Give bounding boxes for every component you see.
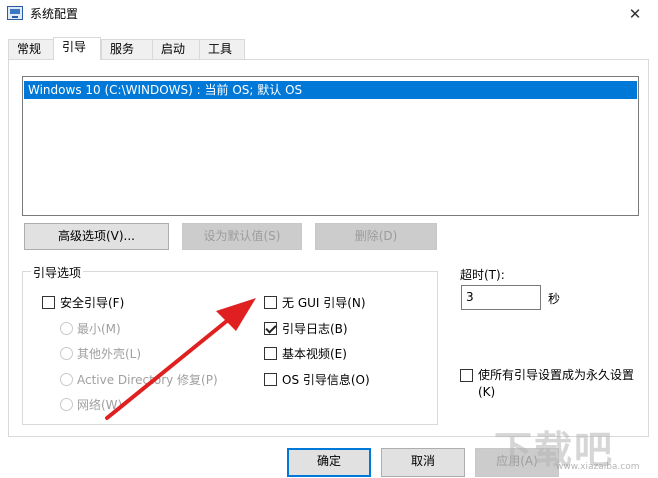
tab-services[interactable]: 服务	[101, 39, 153, 59]
radio-circle[interactable]	[60, 347, 73, 360]
radio-ad-repair-label: Active Directory 修复(P)	[77, 373, 218, 387]
permanent-settings-checkbox[interactable]: 使所有引导设置成为永久设置 (K)	[460, 367, 650, 401]
os-list-item[interactable]: Windows 10 (C:\WINDOWS) : 当前 OS; 默认 OS	[24, 81, 637, 99]
safe-boot-label: 安全引导(F)	[60, 296, 125, 310]
boot-options-title: 引导选项	[31, 264, 84, 281]
window-title: 系统配置	[30, 7, 79, 21]
radio-circle[interactable]	[60, 398, 73, 411]
radio-circle[interactable]	[60, 322, 73, 335]
radio-network[interactable]: 网络(W)	[60, 396, 122, 413]
title-bar: 系统配置 ✕	[0, 0, 658, 28]
msconfig-icon	[7, 6, 23, 20]
radio-alternate-shell[interactable]: 其他外壳(L)	[60, 345, 141, 362]
ok-button[interactable]: 确定	[287, 448, 371, 477]
timeout-input[interactable]: 3	[461, 285, 541, 310]
timeout-label: 超时(T):	[460, 268, 505, 282]
tab-tools[interactable]: 工具	[199, 39, 245, 59]
tab-general[interactable]: 常规	[8, 39, 55, 59]
checkbox-box[interactable]	[264, 347, 277, 360]
checkbox-box[interactable]	[460, 369, 473, 382]
delete-button[interactable]: 删除(D)	[315, 223, 437, 250]
radio-minimal-label: 最小(M)	[77, 322, 121, 336]
radio-minimal[interactable]: 最小(M)	[60, 320, 121, 337]
radio-active-directory-repair[interactable]: Active Directory 修复(P)	[60, 371, 218, 388]
os-boot-info-checkbox[interactable]: OS 引导信息(O)	[264, 371, 370, 388]
advanced-options-button[interactable]: 高级选项(V)...	[24, 223, 169, 250]
watermark-url: www.xiazaiba.com	[556, 462, 640, 472]
os-list[interactable]: Windows 10 (C:\WINDOWS) : 当前 OS; 默认 OS	[22, 76, 639, 216]
boot-log-label: 引导日志(B)	[282, 322, 348, 336]
checkbox-checked[interactable]	[264, 322, 277, 335]
base-video-checkbox[interactable]: 基本视频(E)	[264, 345, 347, 362]
no-gui-boot-label: 无 GUI 引导(N)	[282, 296, 366, 310]
permanent-settings-label: 使所有引导设置成为永久设置 (K)	[478, 367, 634, 401]
tab-startup[interactable]: 启动	[152, 39, 200, 59]
cancel-button[interactable]: 取消	[381, 448, 465, 477]
checkbox-box[interactable]	[42, 296, 55, 309]
permanent-label-line1: 使所有引导设置成为永久设置	[478, 368, 635, 382]
permanent-label-line2: (K)	[478, 385, 496, 399]
os-boot-info-label: OS 引导信息(O)	[282, 373, 370, 387]
boot-log-checkbox[interactable]: 引导日志(B)	[264, 320, 348, 337]
tab-boot[interactable]: 引导	[53, 37, 101, 60]
seconds-label: 秒	[548, 292, 561, 306]
checkbox-box[interactable]	[264, 296, 277, 309]
checkbox-box[interactable]	[264, 373, 277, 386]
safe-boot-checkbox[interactable]: 安全引导(F)	[42, 294, 124, 311]
radio-alternate-shell-label: 其他外壳(L)	[77, 347, 142, 361]
watermark-logo: 下载吧 www.xiazaiba.com	[488, 415, 658, 478]
no-gui-boot-checkbox[interactable]: 无 GUI 引导(N)	[264, 294, 366, 311]
radio-circle[interactable]	[60, 373, 73, 386]
base-video-label: 基本视频(E)	[282, 347, 347, 361]
set-default-button[interactable]: 设为默认值(S)	[182, 223, 302, 250]
radio-network-label: 网络(W)	[77, 398, 123, 412]
close-icon[interactable]: ✕	[612, 0, 658, 28]
